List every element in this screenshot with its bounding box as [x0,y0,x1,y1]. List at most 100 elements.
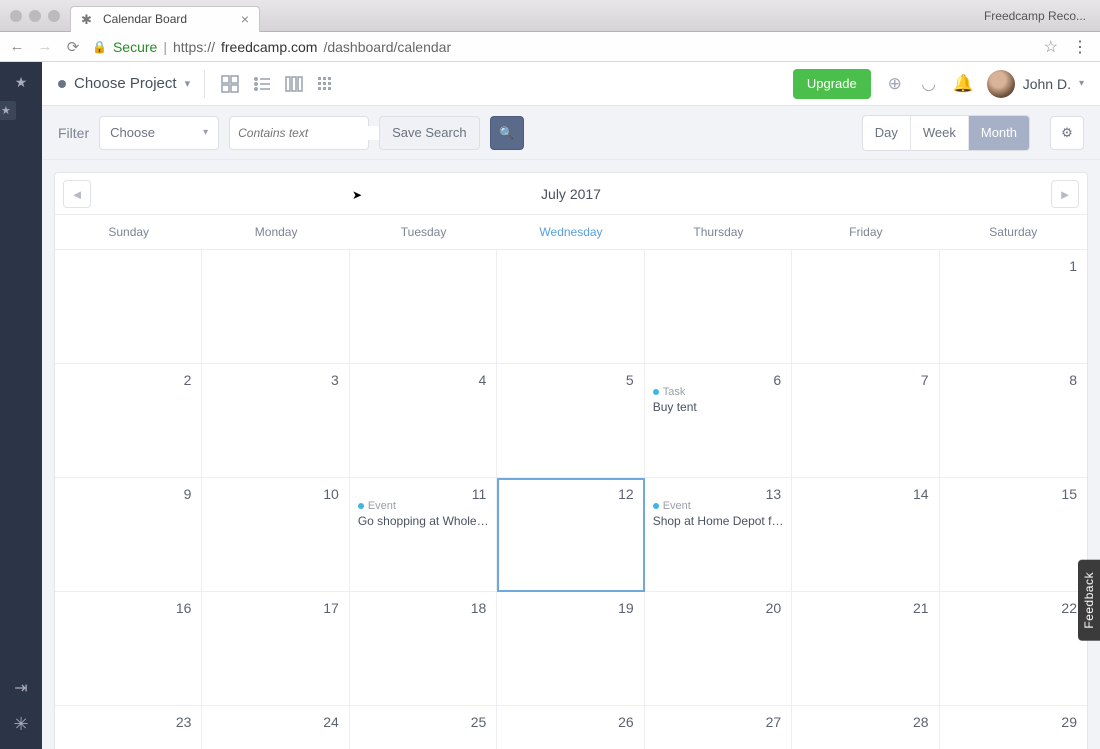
tab-close-icon[interactable]: × [241,11,249,27]
view-dense-grid-icon[interactable] [315,73,337,95]
browser-tab-strip: ✱ Calendar Board × Freedcamp Reco... [0,0,1100,32]
calendar-cell[interactable] [202,250,349,364]
calendar-cell[interactable]: 10 [202,478,349,592]
calendar-cell[interactable]: 24 [202,706,349,749]
calendar-cell[interactable]: 19 [497,592,644,706]
calendar-cell[interactable]: 9 [55,478,202,592]
calendar-cell[interactable]: 22 [940,592,1087,706]
calendar-cell[interactable] [792,250,939,364]
calendar-day-number: 12 [618,486,634,502]
calendar-cell[interactable]: 17 [202,592,349,706]
calendar-day-number: 22 [1061,600,1077,616]
save-search-button[interactable]: Save Search [379,116,479,150]
calendar-cell[interactable] [55,250,202,364]
nav-forward-icon[interactable]: → [36,38,54,55]
calendar-cell[interactable]: 5 [497,364,644,478]
user-menu[interactable]: John D. ▾ [987,70,1084,98]
filter-label: Filter [58,125,89,141]
calendar-event[interactable]: EventGo shopping at Whole… [348,500,489,528]
browser-menu-icon[interactable]: ⋮ [1068,37,1092,57]
gear-icon: ⚙ [1061,125,1073,141]
event-title: Buy tent [653,400,697,414]
favicon-icon: ✱ [81,12,95,26]
upgrade-button[interactable]: Upgrade [793,69,871,99]
filter-choose-dropdown[interactable]: Choose ▾ [99,116,219,150]
calendar-cell[interactable]: 6TaskBuy tent [645,364,792,478]
bell-icon[interactable]: 🔔 [953,74,973,94]
calendar-cell[interactable]: 27 [645,706,792,749]
calendar-day-number: 4 [478,372,486,388]
calendar-cell[interactable]: 23 [55,706,202,749]
calendar-next-button[interactable]: ► [1051,180,1079,208]
calendar-cell[interactable]: 4 [350,364,497,478]
calendar-dayname: Monday [202,215,349,249]
feedback-tab[interactable]: Feedback [1078,560,1100,641]
calendar-day-number: 25 [471,714,487,730]
calendar-cell[interactable] [350,250,497,364]
settings-button[interactable]: ⚙ [1050,116,1084,150]
calendar-cell[interactable]: 3 [202,364,349,478]
view-columns-icon[interactable] [283,73,305,95]
calendar-cell[interactable] [645,250,792,364]
url-host: freedcamp.com [221,39,317,55]
calendar-grid: 123456TaskBuy tent7891011EventGo shoppin… [55,250,1087,749]
rail-logo-icon[interactable]: ✳ [13,714,28,735]
calendar-cell[interactable]: 2 [55,364,202,478]
view-grid-icon[interactable] [219,73,241,95]
calendar-cell[interactable]: 26 [497,706,644,749]
left-rail: ★ ★ ⇥ ✳ [0,62,42,749]
calendar-cell[interactable] [497,250,644,364]
view-week-button[interactable]: Week [911,116,969,150]
rail-expand-icon[interactable]: ⇥ [14,678,27,698]
calendar-day-number: 2 [184,372,192,388]
calendar-cell[interactable]: 28 [792,706,939,749]
event-title: Go shopping at Whole… [358,514,489,528]
view-month-button[interactable]: Month [969,116,1029,150]
search-input[interactable] [238,126,395,140]
calendar-cell[interactable]: 20 [645,592,792,706]
window-close-icon[interactable] [10,10,22,22]
calendar-cell[interactable]: 16 [55,592,202,706]
calendar-event[interactable]: EventShop at Home Depot f… [643,500,784,528]
calendar-cell[interactable]: 15 [940,478,1087,592]
calendar-cell[interactable]: 18 [350,592,497,706]
filter-choose-label: Choose [110,125,155,140]
view-list-icon[interactable] [251,73,273,95]
url-field[interactable]: 🔒 Secure | https://freedcamp.com/dashboa… [92,37,1058,57]
rail-star-icon[interactable]: ★ [15,74,28,91]
browser-tab[interactable]: ✱ Calendar Board × [70,6,260,32]
nav-back-icon[interactable]: ← [8,38,26,55]
saved-searches-button[interactable]: 🔍 [490,116,524,150]
calendar-cell[interactable]: 25 [350,706,497,749]
calendar-cell[interactable]: 12 [497,478,644,592]
window-minimize-icon[interactable] [29,10,41,22]
add-icon[interactable]: ⊕ [885,74,905,94]
calendar-cell[interactable]: 29 [940,706,1087,749]
rail-star-tab-icon[interactable]: ★ [0,100,17,121]
calendar-cell[interactable]: 21 [792,592,939,706]
calendar-day-number: 18 [471,600,487,616]
view-day-button[interactable]: Day [863,116,911,150]
calendar-prev-button[interactable]: ◄ [63,180,91,208]
window-controls [0,10,70,22]
nav-reload-icon[interactable]: ⟳ [64,38,82,56]
bookmark-star-icon[interactable]: ☆ [1044,37,1058,57]
calendar-cell[interactable]: 7 [792,364,939,478]
calendar-cell[interactable]: 8 [940,364,1087,478]
calendar-cell[interactable]: 11EventGo shopping at Whole… [350,478,497,592]
search-input-wrap[interactable]: 🔍 [229,116,369,150]
calendar-cell[interactable]: 14 [792,478,939,592]
window-maximize-icon[interactable] [48,10,60,22]
calendar-day-number: 24 [323,714,339,730]
event-type-label: Task [653,386,697,398]
calendar-day-number: 1 [1069,258,1077,274]
calendar-cell[interactable]: 13EventShop at Home Depot f… [645,478,792,592]
calendar-event[interactable]: Task Buy tent [643,386,697,414]
calendar-day-number: 29 [1061,714,1077,730]
project-picker[interactable]: Choose Project ▾ [58,75,190,92]
calendar-title: July 2017 [541,186,601,202]
event-type-label: Event [653,500,784,512]
bookmark-icon[interactable]: ◡ [919,74,939,94]
calendar-cell[interactable]: 1 [940,250,1087,364]
url-path: /dashboard/calendar [323,39,451,55]
